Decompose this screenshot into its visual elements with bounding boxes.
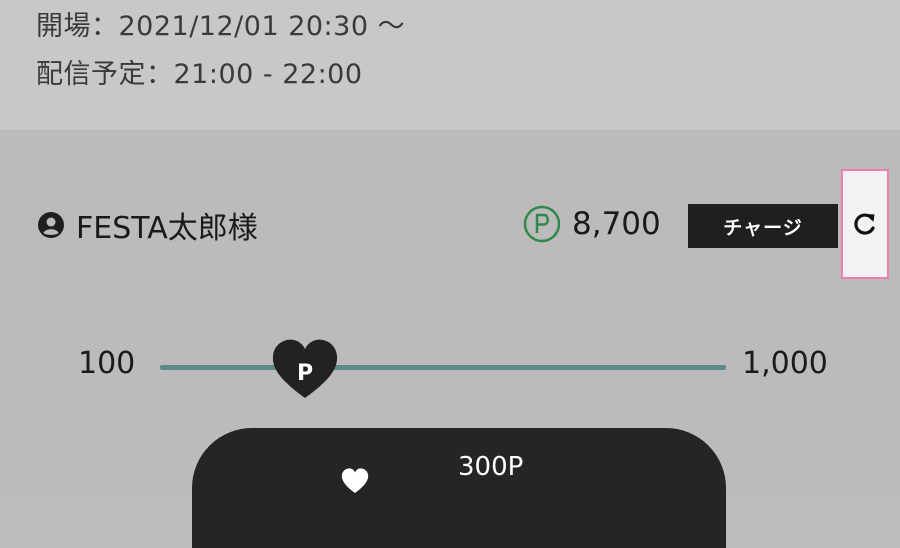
user-name: FESTA太郎様 [76,211,258,246]
slider-min-label: 100 [78,346,136,381]
open-time: 開場：2021/12/01 20:30 ～ [36,4,405,43]
stream-time: 配信予定：21:00 - 22:00 [36,52,363,91]
send-points-button[interactable] [192,428,726,548]
open-time-label: 開場 [36,11,91,42]
user-info: FESTA太郎様 [36,205,258,246]
point-slider-handle[interactable]: P [270,336,340,400]
refresh-icon [854,213,875,235]
point-slider-track[interactable] [160,365,726,370]
point-balance: 8,700 [522,202,661,246]
refresh-button[interactable] [841,169,889,279]
point-balance-value: 8,700 [572,206,661,242]
stream-time-label: 配信予定 [36,59,146,90]
heart-icon [341,468,369,493]
charge-button[interactable]: チャージ [688,204,838,248]
point-p-circle-icon [523,205,561,243]
open-time-value: 2021/12/01 20:30 ～ [118,11,406,42]
open-time-separator: ： [91,11,119,42]
slider-handle-label: P [297,361,313,386]
user-circle-icon [38,212,64,238]
event-info-panel: 開場：2021/12/01 20:30 ～ 配信予定：21:00 - 22:00 [0,0,900,130]
bet-amount: 300P [458,452,524,482]
stream-time-value: 21:00 - 22:00 [173,59,363,90]
slider-max-label: 1,000 [742,346,828,381]
stream-time-separator: ： [146,59,174,90]
